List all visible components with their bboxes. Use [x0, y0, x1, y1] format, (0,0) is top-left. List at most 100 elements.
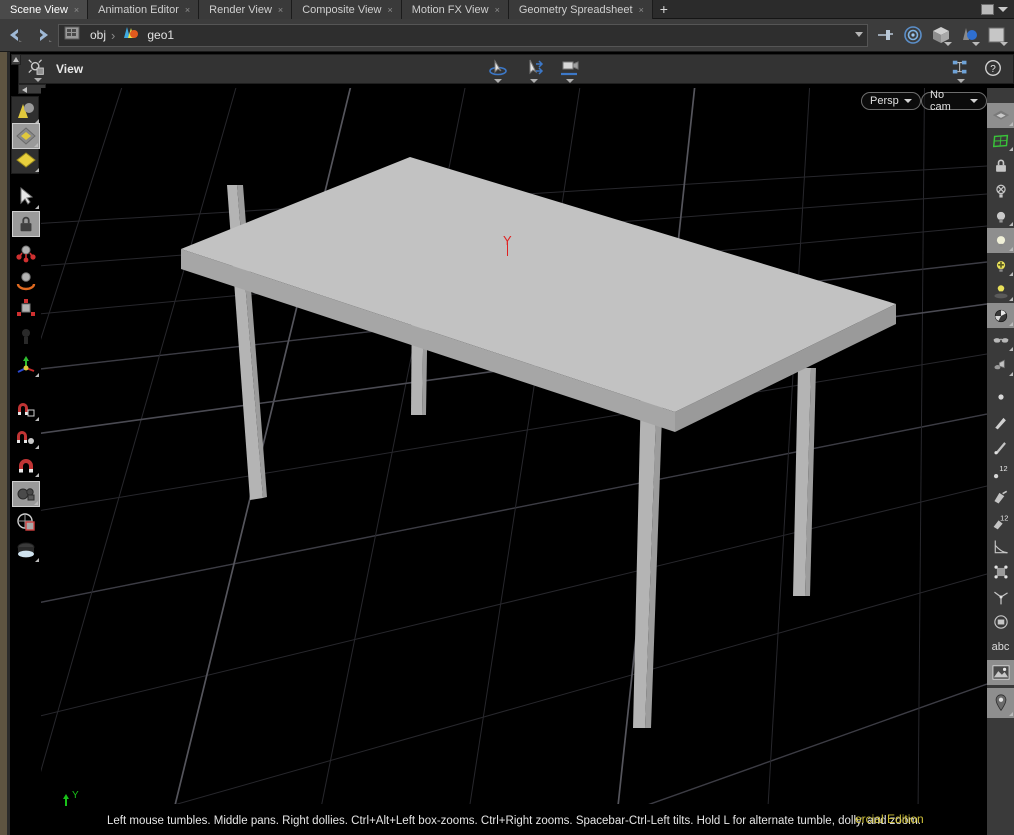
viewport-lens-tool[interactable]	[12, 537, 40, 563]
point-marker-icon[interactable]	[987, 409, 1014, 434]
no-lighting-icon[interactable]	[987, 178, 1014, 203]
tab-geometry-spreadsheet[interactable]: Geometry Spreadsheet ×	[508, 0, 653, 19]
scroll-up-arrow[interactable]	[11, 54, 21, 65]
submenu-triangle-icon[interactable]	[31, 417, 39, 421]
viewport-3d[interactable]: Persp No cam	[41, 88, 987, 804]
workspace-edge-strip	[0, 52, 7, 835]
material-sphere-icon[interactable]	[958, 24, 980, 46]
snap-magnet-grid-tool[interactable]	[12, 396, 40, 422]
coordinate-display-icon[interactable]	[987, 584, 1014, 609]
bookmark-view-icon[interactable]	[987, 688, 1014, 718]
tab-scene-view[interactable]: Scene View ×	[0, 0, 89, 19]
normals-display-icon[interactable]	[987, 434, 1014, 459]
submenu-triangle-icon[interactable]	[1005, 712, 1013, 716]
shelf-material-icon[interactable]	[12, 98, 40, 124]
tab-close-icon[interactable]: ×	[387, 5, 392, 15]
tab-render-view[interactable]: Render View ×	[199, 0, 293, 19]
swatch-icon[interactable]	[986, 24, 1008, 46]
submenu-triangle-icon[interactable]	[31, 558, 39, 562]
chevron-down-icon[interactable]	[855, 31, 863, 37]
lighting-shadow-icon[interactable]	[987, 278, 1014, 303]
primitive-display-icon[interactable]	[987, 484, 1014, 509]
left-toolbar	[11, 96, 41, 806]
point-display-icon[interactable]	[987, 384, 1014, 409]
submenu-triangle-icon[interactable]	[1005, 322, 1013, 326]
profile-curve-icon[interactable]	[987, 534, 1014, 559]
submenu-triangle-icon[interactable]	[31, 168, 39, 172]
lock-view-icon[interactable]	[987, 153, 1014, 178]
high-quality-lighting-icon[interactable]	[987, 303, 1014, 328]
submenu-triangle-icon[interactable]	[31, 473, 39, 477]
lighting-add-icon[interactable]	[987, 253, 1014, 278]
back-arrow-icon[interactable]	[6, 25, 26, 45]
snap-magnet-tool[interactable]	[12, 452, 40, 478]
handle-disabled-tool[interactable]	[12, 323, 40, 349]
construction-plane-tool[interactable]	[12, 481, 40, 507]
headlight-icon[interactable]	[987, 203, 1014, 228]
text-display-icon[interactable]: abc	[987, 634, 1014, 659]
lock-handle-tool[interactable]	[12, 211, 40, 237]
submenu-triangle-icon[interactable]	[1005, 297, 1013, 301]
help-icon[interactable]: ?	[983, 58, 1005, 80]
axis-handle-tool[interactable]	[12, 352, 40, 378]
forward-arrow-icon[interactable]	[32, 25, 52, 45]
camera-dropdown[interactable]: No cam	[921, 89, 987, 113]
point-number-icon[interactable]: 12	[987, 459, 1014, 484]
submenu-triangle-icon[interactable]	[1005, 122, 1013, 126]
path-input[interactable]: obj › geo1	[58, 23, 868, 47]
tab-composite-view[interactable]: Composite View ×	[292, 0, 402, 19]
breakpoint-display-icon[interactable]	[987, 559, 1014, 584]
submenu-triangle-icon[interactable]	[1005, 272, 1013, 276]
window-controls	[981, 0, 1014, 18]
submenu-triangle-icon[interactable]	[1005, 372, 1013, 376]
shaded-display-icon[interactable]	[987, 103, 1014, 128]
tab-close-icon[interactable]: ×	[74, 5, 79, 15]
submenu-triangle-icon[interactable]	[31, 445, 39, 449]
pin-icon[interactable]	[874, 24, 896, 46]
handle-rotate-tool[interactable]	[12, 267, 40, 293]
pan-tool-icon[interactable]	[523, 58, 545, 83]
chevron-down-icon[interactable]	[998, 6, 1008, 12]
breadcrumb-obj[interactable]: obj	[90, 28, 106, 42]
ghost-display-icon[interactable]	[987, 353, 1014, 378]
target-icon[interactable]	[902, 24, 924, 46]
submenu-triangle-icon[interactable]	[31, 205, 39, 209]
viewport-tool-group	[487, 58, 581, 83]
submenu-triangle-icon[interactable]	[30, 501, 38, 505]
shelf-grid-icon[interactable]	[12, 123, 40, 149]
submenu-triangle-icon[interactable]	[1005, 147, 1013, 151]
add-tab-button[interactable]: +	[653, 0, 675, 18]
background-image-icon[interactable]	[987, 660, 1014, 685]
tumble-tool-icon[interactable]	[487, 58, 509, 83]
breadcrumb-geo1[interactable]: geo1	[147, 28, 174, 42]
tab-close-icon[interactable]: ×	[495, 5, 500, 15]
selection-mask-tool[interactable]	[12, 509, 40, 535]
submenu-triangle-icon[interactable]	[1005, 222, 1013, 226]
handle-scale-tool[interactable]	[12, 295, 40, 321]
viewport-title-group[interactable]: View	[27, 58, 83, 82]
viewport-hint-text: Left mouse tumbles. Middle pans. Right d…	[107, 814, 921, 827]
select-arrow-tool[interactable]	[12, 184, 40, 210]
layout-network-icon[interactable]	[951, 58, 973, 83]
tab-label: Composite View	[302, 3, 382, 16]
projection-dropdown[interactable]: Persp	[861, 92, 921, 110]
lighting-bulb-icon[interactable]	[987, 228, 1014, 253]
tab-close-icon[interactable]: ×	[185, 5, 190, 15]
restore-window-button[interactable]	[981, 3, 994, 15]
cube-display-icon[interactable]	[930, 24, 952, 46]
snap-magnet-point-tool[interactable]	[12, 424, 40, 450]
submenu-triangle-icon[interactable]	[31, 373, 39, 377]
tab-close-icon[interactable]: ×	[639, 5, 644, 15]
submenu-triangle-icon[interactable]	[1005, 247, 1013, 251]
shelf-plane-icon[interactable]	[12, 147, 40, 173]
submenu-triangle-icon[interactable]	[1005, 347, 1013, 351]
wireframe-display-icon[interactable]	[987, 128, 1014, 153]
dolly-tool-icon[interactable]	[559, 58, 581, 83]
display-options-icon[interactable]	[987, 609, 1014, 634]
tab-close-icon[interactable]: ×	[278, 5, 283, 15]
primitive-number-icon[interactable]: 12	[987, 509, 1014, 534]
xray-glasses-icon[interactable]	[987, 328, 1014, 353]
handle-move-tool[interactable]	[12, 239, 40, 265]
tab-animation-editor[interactable]: Animation Editor ×	[88, 0, 200, 19]
tab-motion-fx-view[interactable]: Motion FX View ×	[401, 0, 509, 19]
